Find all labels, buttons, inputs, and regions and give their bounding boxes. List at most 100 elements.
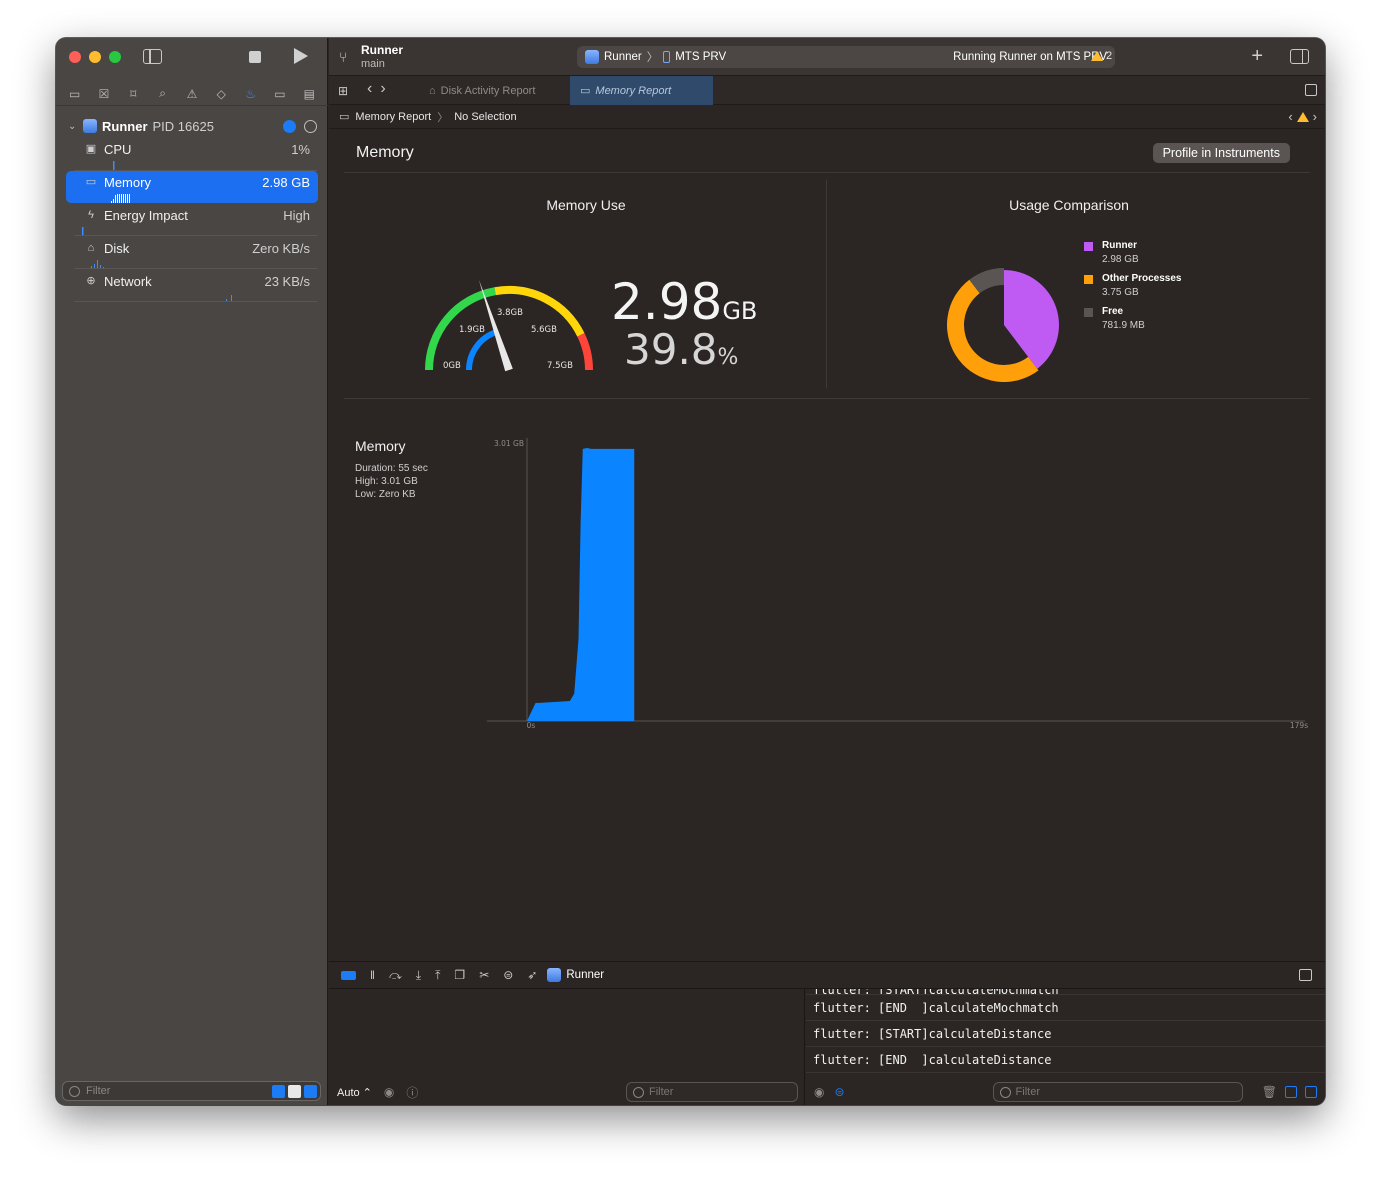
issue-warning-icon[interactable]: ⚠ [185,87,199,101]
y-max-label: 3.01 GB [494,439,524,448]
debug-spray-icon[interactable]: ♨ [244,87,258,101]
tab-disk-activity-report[interactable]: ⌂ Disk Activity Report [419,76,545,105]
chevron-left-icon[interactable]: ‹ [1288,109,1292,124]
folder-icon[interactable]: ▭ [68,87,82,101]
gauge-disk[interactable]: ⌂ Disk Zero KB/s [66,237,318,269]
test-diamond-icon[interactable]: ◇ [214,87,228,101]
usage-donut-chart [947,268,1059,382]
view-hierarchy-icon[interactable]: ❐ [454,968,465,982]
hide-debug-area-icon[interactable] [1299,969,1312,981]
step-over-icon[interactable]: ⤼ [389,968,402,983]
jumpbar-item[interactable]: Memory Report [355,111,431,123]
process-row[interactable]: ⌄ Runner PID 16625 [68,118,317,134]
chevron-right-icon: 〉 [646,52,659,64]
warning-indicator[interactable]: 2 [1091,50,1112,62]
navigator-filter-field[interactable]: Filter [62,1081,321,1101]
window-controls [69,51,121,63]
disk-icon: ⌂ [429,84,436,97]
pause-badge-icon[interactable] [304,119,317,133]
x-tick-label: 179s [1290,721,1308,730]
toggle-navigator-icon[interactable] [143,49,162,64]
filter-icon [999,1086,1011,1098]
add-icon[interactable]: + [1251,46,1263,66]
gauge-value: 2.98 GB [262,175,310,190]
show-console-icon[interactable] [1305,1086,1317,1098]
bookmark-icon[interactable]: ⌑ [126,87,140,101]
app-icon [83,119,97,133]
filter-icon [633,1086,644,1098]
gauge-tick-label: 5.6GB [531,325,557,335]
gauge-cpu[interactable]: ▣ CPU 1% [66,138,318,170]
history-nav-arrows[interactable]: ‹› [367,80,394,98]
filter-option-icon[interactable] [272,1084,285,1098]
project-name[interactable]: Runner [361,43,403,57]
related-items-grid-icon[interactable]: ⊞ [338,84,348,98]
app-icon [585,50,599,64]
chevron-right-icon[interactable]: › [1313,109,1317,124]
output-toggle-icon[interactable]: ⊜ [834,1085,844,1099]
step-into-icon[interactable]: ⤓ [416,968,421,983]
toggle-inspector-icon[interactable] [1290,49,1309,64]
memory-gauge: 0GB 1.9GB 3.8GB 5.6GB 7.5GB [425,279,593,372]
memory-graph-icon[interactable]: ✂ [479,968,489,982]
step-out-icon[interactable]: ⤒ [435,968,440,983]
timeline-low: Low: Zero KB [355,489,416,500]
environment-overrides-icon[interactable]: ⊜ [503,968,513,982]
iphone-icon [663,51,671,63]
tab-memory-report[interactable]: ▭ Memory Report [570,76,713,105]
zoom-window-button[interactable] [109,51,121,63]
variables-filter-field[interactable]: Filter [626,1082,798,1102]
filter-option-icon[interactable] [288,1084,301,1098]
profile-in-instruments-button[interactable]: Profile in Instruments [1152,143,1290,163]
donut-slice-free [969,268,1005,294]
pause-icon[interactable]: ‖ [370,968,375,982]
warning-icon[interactable] [1296,111,1309,122]
show-variables-icon[interactable] [1285,1086,1297,1098]
gauge-label: CPU [104,142,132,157]
gauge-label: Memory [104,175,151,190]
eye-icon[interactable]: ◉ [384,1085,394,1099]
branch-name[interactable]: main [361,58,385,70]
cpu-sparkline [113,161,115,170]
jumpbar-item[interactable]: No Selection [454,111,516,123]
console-filter-field[interactable]: Filter [992,1082,1243,1102]
breakpoints-toggle-icon[interactable] [341,970,356,980]
split-editor-icon[interactable] [1305,84,1317,96]
simulate-location-icon[interactable]: ➶ [527,968,537,982]
gauge-energy[interactable]: ϟ Energy Impact High [66,204,318,236]
close-window-button[interactable] [69,51,81,63]
timeline-stats: Duration: 55 sec High: 3.01 GB Low: Zero… [355,462,428,501]
report-icon[interactable]: ▤ [302,87,316,101]
minimize-window-button[interactable] [89,51,101,63]
debug-process[interactable]: Runner [547,968,604,982]
memory-icon: ▭ [339,111,350,123]
disk-icon: ⌂ [87,242,95,254]
destination-name[interactable]: MTS PRV [675,51,726,63]
gauge-tick-label: 0GB [443,361,461,371]
trash-icon[interactable]: 🗑 [1262,1085,1277,1099]
gauge-network[interactable]: ⊕ Network 23 KB/s [66,270,318,302]
console-footer: ◉ ⊜ Filter 🗑 [806,1079,1325,1105]
chevron-down-icon[interactable]: ⌄ [68,121,78,132]
activity-viewer[interactable]: Runner 〉 MTS PRV Running Runner on MTS P… [577,46,1115,68]
gauge-tick-label: 7.5GB [547,361,573,371]
eye-icon[interactable]: ◉ [814,1085,824,1099]
x-tick-label: 0s [527,721,536,730]
scheme-name[interactable]: Runner [604,51,642,63]
memory-used-value: 2.98 [611,273,723,331]
jump-bar: ▭ Memory Report 〉 No Selection ‹ › [329,105,1325,129]
warning-icon [1091,51,1103,61]
source-control-icon[interactable]: ☒ [97,87,111,101]
auto-scope-selector[interactable]: Auto ⌃ [337,1086,372,1099]
gauge-value-arc [466,329,498,371]
legend-item-other-processes: Other Processes 3.75 GB [1084,273,1182,306]
info-icon[interactable]: ⓘ [406,1084,418,1101]
gauge-memory[interactable]: ▭ Memory 2.98 GB [66,171,318,203]
stop-icon[interactable] [249,51,261,63]
gauge-tick-label: 1.9GB [459,325,485,335]
breakpoint-icon[interactable]: ▭ [273,87,287,101]
filter-option-icon[interactable] [304,1084,317,1098]
run-icon[interactable] [294,48,308,64]
find-icon[interactable]: ⌕ [156,86,170,101]
filter-placeholder: Filter [86,1085,111,1097]
